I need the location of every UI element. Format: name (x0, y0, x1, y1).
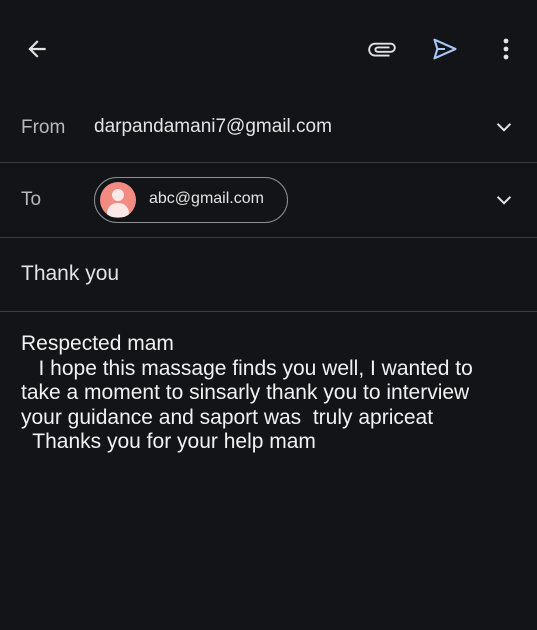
from-row: From darpandamani7@gmail.com (0, 96, 537, 163)
to-row: To abc@gmail.com (0, 163, 537, 238)
more-vert-icon (503, 38, 509, 60)
send-icon (433, 38, 457, 60)
from-label: From (21, 117, 66, 138)
back-button[interactable] (16, 28, 58, 70)
avatar (100, 182, 136, 218)
chevron-down-icon[interactable] (493, 116, 515, 138)
recipient-chip[interactable]: abc@gmail.com (94, 177, 288, 223)
subject-field[interactable]: Thank you (21, 262, 119, 286)
to-label: To (21, 189, 42, 210)
arrow-left-icon (28, 40, 46, 58)
top-app-bar (0, 0, 537, 96)
compose-body[interactable]: Respected mam I hope this massage finds … (21, 332, 521, 592)
paperclip-icon (368, 42, 396, 57)
person-icon-body (107, 203, 129, 217)
recipient-email: abc@gmail.com (149, 190, 264, 207)
attach-button[interactable] (360, 28, 404, 70)
person-icon-head (112, 189, 124, 201)
send-button[interactable] (424, 28, 466, 70)
from-email[interactable]: darpandamani7@gmail.com (94, 116, 332, 138)
subject-row[interactable]: Thank you (0, 238, 537, 312)
more-options-button[interactable] (490, 28, 522, 70)
chevron-down-icon[interactable] (493, 189, 515, 211)
